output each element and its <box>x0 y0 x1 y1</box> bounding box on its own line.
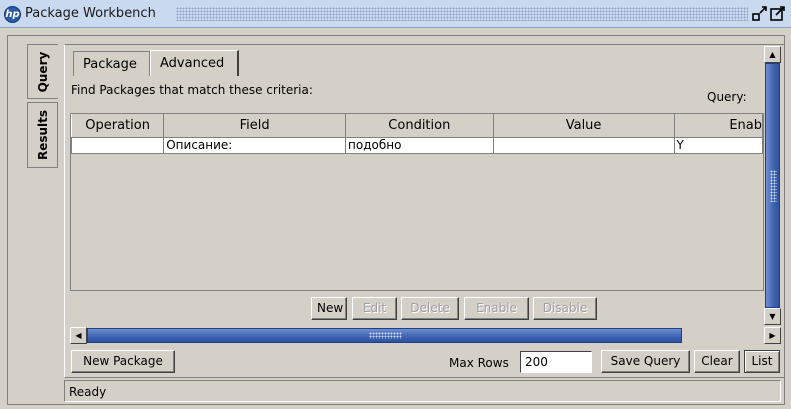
tab-package-label: Package <box>83 57 137 72</box>
table-header-row: Operation Field Condition Value Enab <box>71 114 763 138</box>
title-grip <box>176 7 748 21</box>
column-header-enabled[interactable]: Enab <box>673 114 763 138</box>
max-rows-input[interactable] <box>520 351 592 373</box>
scroll-down-icon[interactable]: ▼ <box>764 308 781 325</box>
column-header-field[interactable]: Field <box>163 114 347 138</box>
cell-condition[interactable]: подобно <box>345 136 494 154</box>
tab-advanced-label: Advanced <box>160 56 225 71</box>
delete-criteria-button[interactable]: Delete <box>401 297 459 320</box>
side-tab-results-label: Results <box>35 109 50 161</box>
disable-criteria-button[interactable]: Disable <box>533 297 597 320</box>
save-query-button[interactable]: Save Query <box>601 350 690 373</box>
title-bar: hp Package Workbench <box>0 0 791 28</box>
hp-logo-icon: hp <box>4 6 21 23</box>
scroll-right-icon[interactable]: ▶ <box>764 327 781 344</box>
column-header-value[interactable]: Value <box>492 114 675 138</box>
tab-package[interactable]: Package <box>73 51 150 76</box>
column-header-condition[interactable]: Condition <box>345 114 494 138</box>
scroll-left-icon[interactable]: ◀ <box>70 327 87 344</box>
grip-icon <box>369 332 402 339</box>
horizontal-scroll-thumb[interactable] <box>87 328 682 343</box>
status-text: Ready <box>69 385 107 399</box>
new-criteria-button[interactable]: New <box>311 297 347 320</box>
enable-criteria-button[interactable]: Enable <box>464 297 529 320</box>
list-button[interactable]: List <box>744 350 780 373</box>
status-bar: Ready <box>64 380 781 402</box>
query-label: Query: <box>707 90 747 104</box>
clear-button[interactable]: Clear <box>694 350 740 373</box>
max-rows-label: Max Rows <box>449 356 509 370</box>
restore-icon[interactable] <box>752 6 768 22</box>
cell-operation[interactable] <box>71 136 165 154</box>
criteria-table[interactable]: Operation Field Condition Value Enab Опи… <box>70 113 764 291</box>
side-tab-query[interactable]: Query <box>27 44 58 99</box>
grip-icon <box>770 170 777 202</box>
cell-field[interactable]: Описание: <box>163 136 347 154</box>
vertical-scrollbar[interactable]: ▲ ▼ <box>764 46 781 325</box>
tab-advanced[interactable]: Advanced <box>150 50 239 76</box>
window-title: Package Workbench <box>25 6 156 21</box>
cell-value[interactable] <box>492 136 675 154</box>
maximize-icon[interactable] <box>770 6 786 22</box>
table-row[interactable]: Описание: подобно Y <box>71 136 763 154</box>
side-tab-results[interactable]: Results <box>27 102 58 168</box>
cell-enabled[interactable]: Y <box>673 136 763 154</box>
scroll-up-icon[interactable]: ▲ <box>764 46 781 63</box>
horizontal-scrollbar[interactable]: ◀ ▶ <box>70 327 781 344</box>
side-tab-query-label: Query <box>36 51 50 92</box>
column-header-operation[interactable]: Operation <box>71 114 165 138</box>
vertical-scroll-thumb[interactable] <box>765 63 780 308</box>
edit-criteria-button[interactable]: Edit <box>352 297 397 320</box>
criteria-label: Find Packages that match these criteria: <box>71 83 313 97</box>
new-package-button[interactable]: New Package <box>71 350 175 373</box>
